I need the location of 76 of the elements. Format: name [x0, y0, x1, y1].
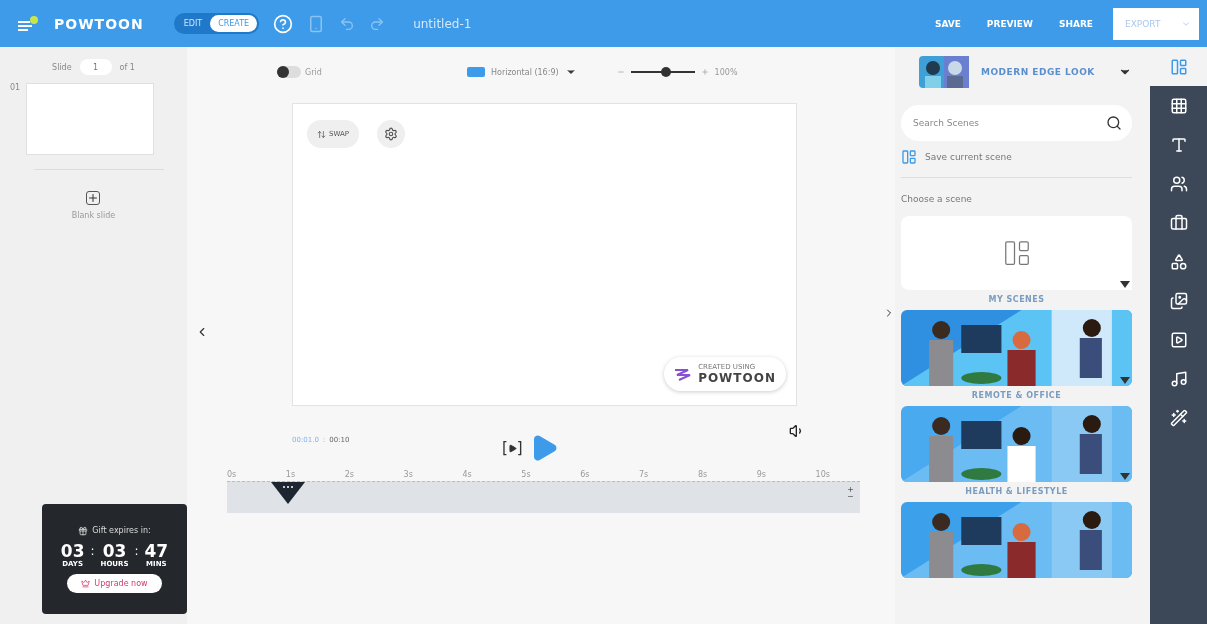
timeline-tick: 5s	[521, 470, 531, 479]
save-scene-button[interactable]: Save current scene	[901, 141, 1132, 178]
timeline-zoom-out-icon[interactable]	[847, 493, 854, 500]
toolbar-action[interactable]: PREVIEW	[980, 14, 1039, 33]
aspect-icon	[467, 67, 485, 77]
export-button[interactable]: EXPORT	[1113, 7, 1199, 40]
timeline-tick: 0s	[227, 470, 237, 479]
timeline-tick: 10s	[815, 470, 830, 479]
slide-number-field[interactable]: 1	[79, 59, 112, 75]
characters-icon	[1169, 174, 1188, 193]
look-title[interactable]: MODERN EDGE LOOK	[981, 67, 1106, 77]
mode-button[interactable]: CREATE	[210, 15, 258, 32]
scenes-icon	[1169, 57, 1188, 76]
text-icon	[1169, 135, 1188, 154]
project-title[interactable]: untitled-1	[413, 16, 472, 31]
help-icon[interactable]	[273, 13, 294, 34]
zoom-reading: 100%	[714, 67, 738, 77]
grid-label: Grid	[305, 67, 322, 77]
scene-category-label: HEALTH & LIFESTYLE	[964, 486, 1069, 498]
colon-separator: :	[90, 542, 95, 560]
timeline-tick: 3s	[403, 470, 413, 479]
music-icon	[1169, 369, 1188, 388]
timeline-tick: 2s	[344, 470, 354, 479]
settings-button[interactable]	[377, 120, 405, 148]
video-icon	[1169, 330, 1188, 349]
timeline-zoom-in-icon[interactable]	[847, 486, 854, 493]
slide-label: Slide	[52, 62, 72, 72]
media-icon	[1169, 291, 1188, 310]
caret-icon[interactable]	[1120, 281, 1130, 288]
playhead[interactable]	[270, 482, 305, 504]
slide-number: 01	[10, 83, 21, 94]
preview-button[interactable]: [ ]	[502, 439, 523, 457]
crown-icon	[81, 578, 91, 588]
gift-title: Gift expires in:	[92, 526, 151, 535]
play-icon	[507, 444, 517, 453]
countdown-value: 03	[60, 541, 85, 560]
scene-category-label: MY SCENES	[987, 294, 1046, 306]
timeline-tick: 1s	[285, 470, 296, 479]
logo-text: POWTOON	[54, 15, 144, 32]
layout-icon	[901, 149, 917, 165]
caret-icon[interactable]	[1120, 473, 1130, 480]
pattern-icon	[1169, 96, 1188, 115]
choose-scene-label: Choose a scene	[901, 193, 973, 206]
mode-button[interactable]: EDIT	[175, 15, 211, 32]
scene-search-field[interactable]: Search Scenes	[901, 105, 1132, 141]
upgrade-button[interactable]: Upgrade now	[67, 573, 162, 593]
gift-icon	[78, 525, 89, 536]
badge-logo-text: POWTOON	[698, 371, 776, 385]
timeline-track[interactable]	[227, 481, 860, 513]
caret-icon[interactable]	[1120, 377, 1130, 384]
logo-icon	[674, 367, 693, 381]
shapes-icon	[1169, 252, 1188, 271]
swap-icon	[317, 129, 326, 139]
timeline-tick: 8s	[697, 470, 708, 479]
scene-category-label: REMOTE & OFFICE	[970, 390, 1063, 402]
magic-icon	[1169, 408, 1188, 427]
timeline-tick: 4s	[462, 470, 472, 479]
aspect-dropdown[interactable]: Horizontal (16:9)	[461, 65, 583, 79]
add-icon	[86, 191, 101, 205]
slide-total: of 1	[119, 62, 135, 72]
blank-slide-button[interactable]: Blank slide	[65, 190, 122, 221]
slide-thumbnail[interactable]	[26, 83, 155, 155]
timeline-tick: 7s	[639, 470, 649, 479]
countdown-value: 03	[102, 541, 127, 560]
countdown-value: 47	[144, 541, 169, 560]
props-icon	[1169, 213, 1188, 232]
toolbar-action[interactable]: SHARE	[1052, 14, 1099, 33]
grid-switch[interactable]	[277, 66, 301, 78]
colon-separator: :	[134, 542, 139, 560]
search-icon[interactable]	[1106, 115, 1122, 131]
timeline-tick: 9s	[756, 470, 766, 479]
toolbar-action[interactable]: SAVE	[928, 14, 967, 33]
logo-icon	[18, 14, 40, 33]
settings-icon	[384, 127, 398, 141]
timeline-tick: 6s	[580, 470, 590, 479]
zoom-slider-thumb[interactable]	[660, 67, 671, 77]
